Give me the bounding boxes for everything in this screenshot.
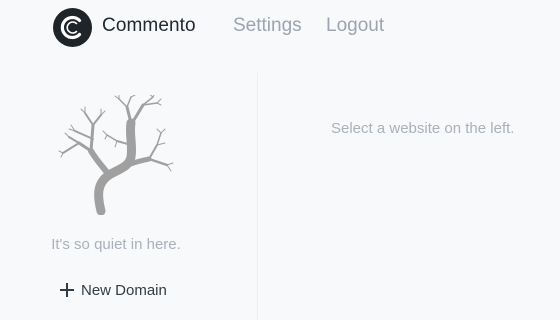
- empty-state-message: It's so quiet in here.: [51, 236, 181, 253]
- new-domain-button[interactable]: New Domain: [60, 278, 167, 302]
- plus-icon: [60, 283, 74, 297]
- nav-logout-link[interactable]: Logout: [326, 15, 384, 37]
- domain-sidebar: It's so quiet in here. New Domain: [0, 73, 258, 320]
- logo-c-icon: [60, 15, 82, 40]
- top-nav: Commento Settings Logout: [0, 0, 560, 56]
- brand-name[interactable]: Commento: [102, 15, 196, 37]
- nav-settings-link[interactable]: Settings: [233, 15, 302, 37]
- select-website-message: Select a website on the left.: [331, 120, 515, 137]
- commento-logo[interactable]: [53, 8, 92, 47]
- empty-tree-icon: [58, 95, 174, 215]
- new-domain-label: New Domain: [81, 281, 167, 299]
